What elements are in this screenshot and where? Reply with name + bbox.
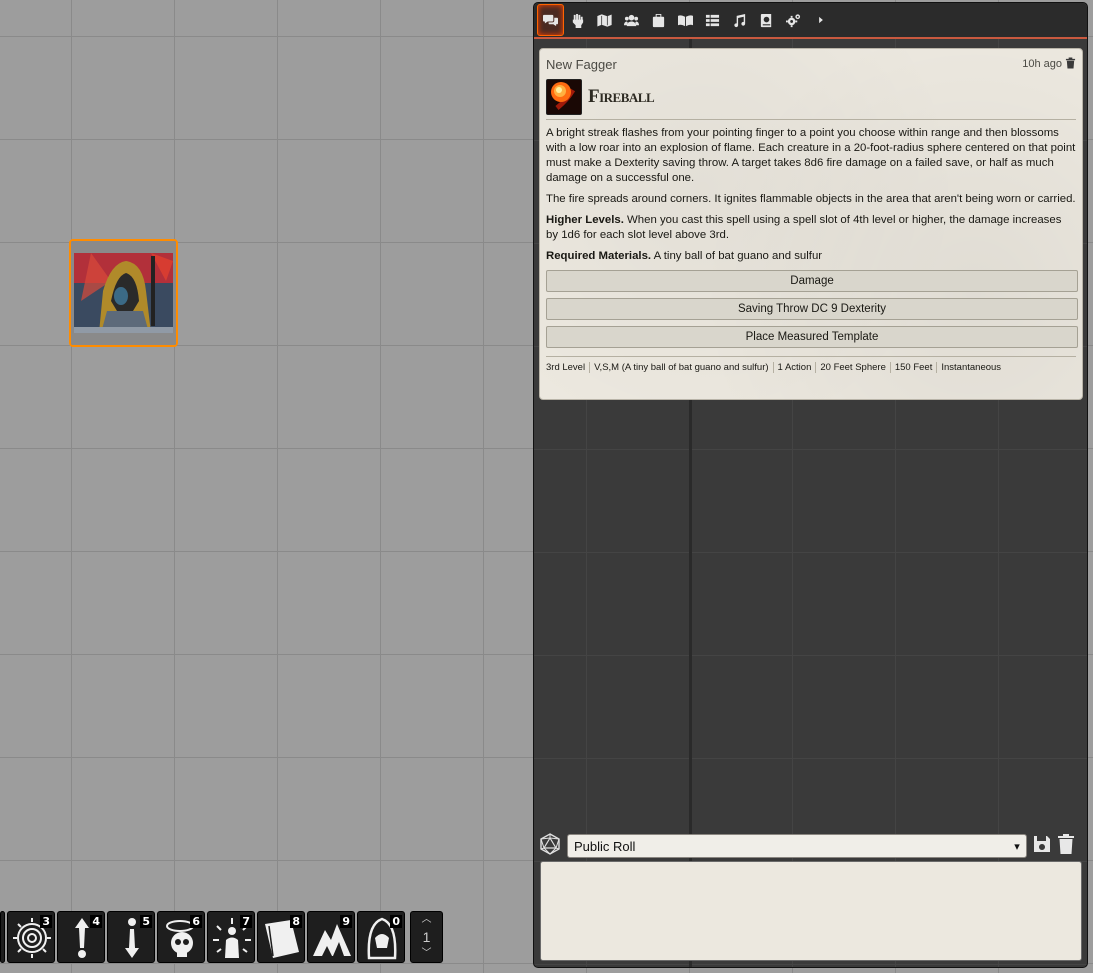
tab-chat[interactable]: [537, 4, 564, 36]
message-timestamp: 10h ago: [1022, 58, 1062, 70]
message-header: New Fagger 10h ago: [546, 55, 1076, 73]
tab-compendium[interactable]: [753, 4, 780, 36]
tab-actors[interactable]: [618, 4, 645, 36]
tab-settings[interactable]: [780, 4, 807, 36]
chevron-down-icon[interactable]: ﹀: [422, 948, 432, 960]
materials-text: A tiny ball of bat guano and sulfur: [651, 250, 823, 262]
roll-mode-select[interactable]: Public Roll ▾: [567, 834, 1027, 858]
tab-combat[interactable]: [564, 4, 591, 36]
place-template-button[interactable]: Place Measured Template: [546, 326, 1078, 348]
macro-slot[interactable]: 3: [7, 911, 55, 963]
roll-controls: Public Roll ▾: [539, 833, 1083, 859]
fireball-icon: [547, 80, 581, 114]
materials-label: Required Materials.: [546, 250, 652, 262]
cogs-icon: [786, 13, 801, 27]
slot-number: 6: [190, 915, 202, 928]
sidebar: New Fagger 10h ago Fireball A bright str…: [533, 2, 1088, 968]
tab-collapse[interactable]: [807, 4, 834, 36]
macro-slot[interactable]: 7: [207, 911, 255, 963]
slot-number: 3: [40, 915, 52, 928]
damage-button[interactable]: Damage: [546, 270, 1078, 292]
macro-slot[interactable]: 5: [107, 911, 155, 963]
property-tag: V,S,M (A tiny ball of bat guano and sulf…: [590, 362, 774, 373]
macro-slot[interactable]: 8: [257, 911, 305, 963]
tab-tables[interactable]: [699, 4, 726, 36]
atlas-icon: [760, 13, 772, 27]
slot-number: 4: [90, 915, 102, 928]
macro-hotbar: 3 4 5 6 7 8 9 0: [0, 911, 405, 963]
slot-number: 5: [140, 915, 152, 928]
materials-paragraph: Required Materials. A tiny ball of bat g…: [546, 249, 1076, 264]
tab-scenes[interactable]: [591, 4, 618, 36]
trash-icon[interactable]: [1057, 834, 1075, 858]
hotbar-page-number: 1: [422, 929, 431, 945]
tab-journal[interactable]: [672, 4, 699, 36]
slot-number: 7: [240, 915, 252, 928]
spell-image[interactable]: [546, 79, 582, 115]
map-icon: [597, 13, 612, 27]
higher-levels-label: Higher Levels.: [546, 214, 624, 226]
spell-properties: 3rd Level V,S,M (A tiny ball of bat guan…: [546, 356, 1076, 373]
spell-name: Fireball: [588, 86, 655, 107]
token-portrait-image: [71, 241, 176, 345]
macro-slot[interactable]: 4: [57, 911, 105, 963]
sidebar-tabs: [534, 3, 1087, 39]
saving-throw-button[interactable]: Saving Throw DC 9 Dexterity: [546, 298, 1078, 320]
macro-slot[interactable]: [0, 911, 5, 963]
higher-levels-text: When you cast this spell using a spell s…: [546, 214, 1062, 241]
slot-number: 9: [340, 915, 352, 928]
property-tag: 1 Action: [774, 362, 817, 373]
property-tag: 3rd Level: [546, 362, 591, 373]
slot-number: 0: [390, 915, 402, 928]
chat-message: New Fagger 10h ago Fireball A bright str…: [539, 48, 1083, 400]
chevron-down-icon: ▾: [1014, 840, 1020, 853]
description-paragraph: The fire spreads around corners. It igni…: [546, 193, 1076, 205]
macro-slot[interactable]: 9: [307, 911, 355, 963]
chat-message-input[interactable]: [540, 861, 1082, 961]
tab-items[interactable]: [645, 4, 672, 36]
tab-playlists[interactable]: [726, 4, 753, 36]
fist-raised-icon: [572, 13, 584, 28]
roll-mode-value: Public Roll: [574, 838, 636, 854]
property-tag: Instantaneous: [941, 362, 1002, 373]
delete-message-icon[interactable]: [1065, 57, 1076, 72]
chevron-up-icon[interactable]: ︿: [422, 914, 432, 926]
d20-icon[interactable]: [539, 833, 561, 859]
message-sender: New Fagger: [546, 56, 617, 72]
macro-slot[interactable]: 0: [357, 911, 405, 963]
description-paragraph: A bright streak flashes from your pointi…: [546, 127, 1076, 184]
slot-number: 8: [290, 915, 302, 928]
spell-description: A bright streak flashes from your pointi…: [546, 126, 1076, 264]
property-tag: 20 Feet Sphere: [816, 362, 891, 373]
suitcase-icon: [652, 13, 665, 27]
property-tag: 150 Feet: [891, 362, 938, 373]
book-open-icon: [678, 14, 693, 26]
hotbar-page-control: ︿ 1 ﹀: [410, 911, 443, 963]
music-icon: [734, 13, 746, 27]
chat-bubbles-icon: [543, 14, 558, 26]
macro-slot[interactable]: 6: [157, 911, 205, 963]
higher-levels-paragraph: Higher Levels. When you cast this spell …: [546, 213, 1076, 243]
list-icon: [705, 14, 720, 26]
save-icon[interactable]: [1033, 834, 1051, 858]
caret-right-icon: [818, 16, 823, 24]
map-token[interactable]: [69, 239, 178, 347]
users-icon: [624, 14, 639, 26]
message-metadata: 10h ago: [1022, 57, 1076, 72]
item-card-header: Fireball: [546, 79, 1076, 120]
